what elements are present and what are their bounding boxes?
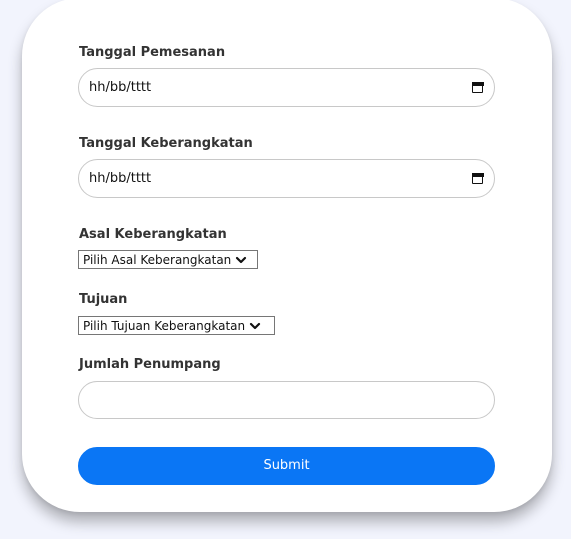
- booking-date-value: hh/bb/tttt: [89, 80, 152, 95]
- departure-date-value: hh/bb/tttt: [89, 171, 152, 186]
- passengers-input[interactable]: [78, 381, 495, 419]
- booking-date-label: Tanggal Pemesanan: [79, 45, 226, 60]
- destination-select[interactable]: Pilih Tujuan Keberangkatan: [78, 316, 275, 335]
- destination-select-value: Pilih Tujuan Keberangkatan: [83, 318, 246, 333]
- calendar-icon[interactable]: [471, 172, 484, 184]
- origin-label: Asal Keberangkatan: [79, 227, 227, 242]
- chevron-down-icon: [249, 321, 261, 331]
- submit-button[interactable]: Submit: [78, 447, 495, 485]
- chevron-down-icon: [235, 255, 247, 265]
- calendar-icon[interactable]: [471, 81, 484, 93]
- booking-date-input[interactable]: hh/bb/tttt: [78, 68, 495, 107]
- passengers-label: Jumlah Penumpang: [79, 357, 221, 372]
- destination-label: Tujuan: [79, 292, 128, 307]
- origin-select-value: Pilih Asal Keberangkatan: [83, 252, 232, 267]
- departure-date-label: Tanggal Keberangkatan: [79, 136, 253, 151]
- departure-date-input[interactable]: hh/bb/tttt: [78, 159, 495, 198]
- origin-select[interactable]: Pilih Asal Keberangkatan: [78, 250, 258, 269]
